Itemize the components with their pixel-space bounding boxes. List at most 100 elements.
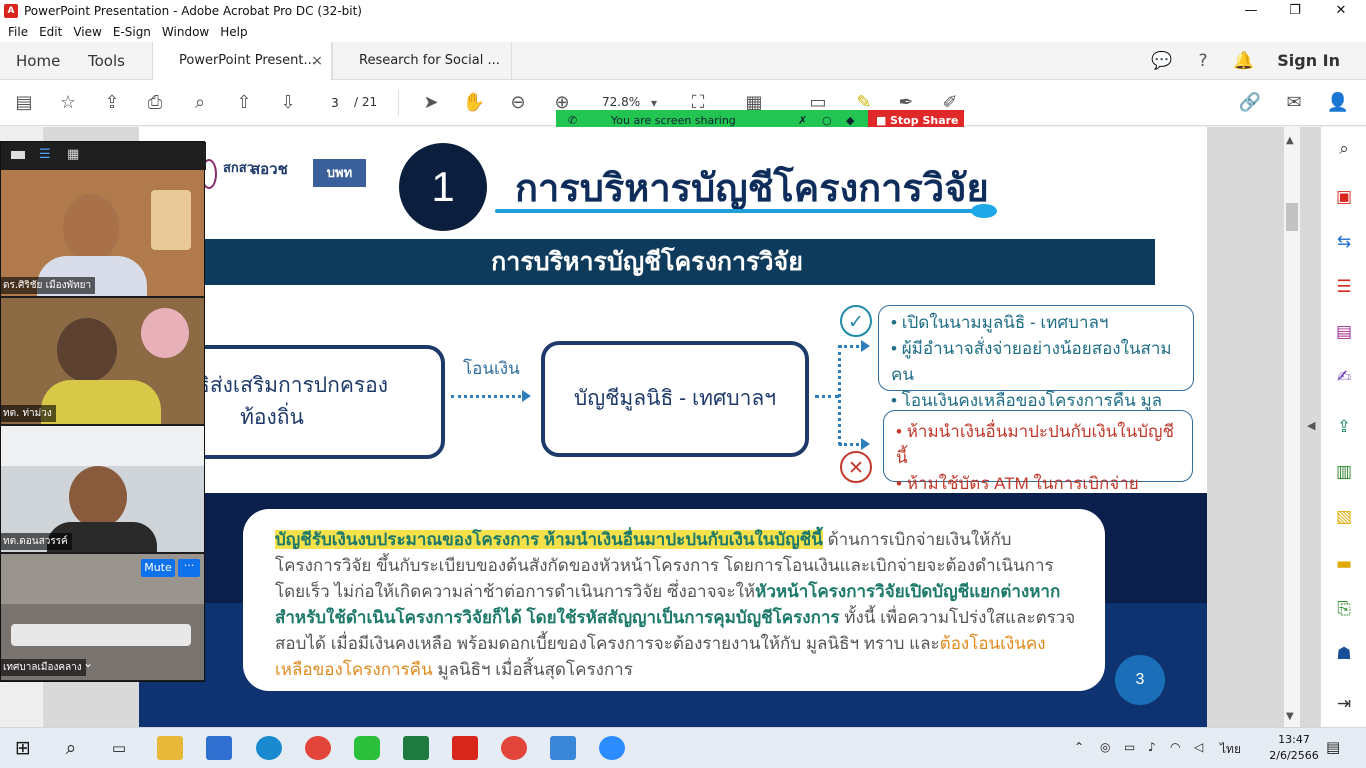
tray-mic-icon[interactable]: ♪ — [1148, 740, 1156, 754]
minimize-video-icon[interactable] — [11, 151, 25, 159]
logo-pmua: บพท — [313, 159, 366, 187]
taskbar: ⊞ ⌕ ▭ ⌃ ◎ ▭ ♪ ◠ ◁ ไทย 13:47 2/6/2566 ▤ — [0, 727, 1366, 768]
expand-chevron-icon[interactable]: ⌄ — [83, 656, 93, 670]
mail-icon[interactable] — [206, 736, 232, 760]
tab-document-label: Research for Social ... — [359, 53, 500, 68]
branch-line — [815, 395, 839, 398]
export-pdf-icon[interactable]: ⇆ — [1332, 230, 1356, 254]
tab-document-powerpoint[interactable]: PowerPoint Present... × — [152, 42, 332, 80]
edge-icon[interactable] — [256, 736, 282, 760]
save-icon[interactable]: ▤ — [12, 91, 36, 115]
tab-bar: Home Tools PowerPoint Present... × Resea… — [0, 42, 1366, 80]
zoom-level[interactable]: 72.8% — [602, 95, 640, 109]
windows-start-icon[interactable]: ⊞ — [10, 736, 36, 760]
hand-tool-icon[interactable]: ✋ — [462, 91, 486, 115]
forbidden-rule-item: ห้ามนำเงินอื่นมาปะปนกับเงินในบัญชีนี้ — [896, 419, 1180, 471]
forbidden-rules-box: ห้ามนำเงินอื่นมาปะปนกับเงินในบัญชีนี้ ห้… — [883, 410, 1193, 493]
comment-panel-icon[interactable]: ▬ — [1332, 552, 1356, 576]
page-number-input[interactable] — [318, 93, 352, 113]
protect-icon[interactable]: ☗ — [1332, 642, 1356, 666]
tab-tools[interactable]: Tools — [88, 42, 125, 80]
speaker-view-icon[interactable]: ☰ — [39, 148, 53, 162]
clock-date: 2/6/2566 — [1269, 749, 1319, 762]
video-tile[interactable]: ดร.ศิริชัย เมืองพัทยา — [1, 170, 204, 296]
video-tile[interactable]: ทต.ดอนสวรรค์ — [1, 426, 204, 552]
video-tile[interactable]: ทต. ท่าม่วง — [1, 298, 204, 424]
link-icon[interactable]: 🔗 — [1238, 91, 1262, 115]
star-icon[interactable]: ☆ — [56, 91, 80, 115]
scroll-thumb[interactable] — [1286, 203, 1298, 231]
acrobat-app-icon: A — [4, 4, 18, 18]
menu-view[interactable]: View — [69, 25, 108, 39]
menu-esign[interactable]: E-Sign — [109, 25, 158, 39]
photos-icon[interactable] — [550, 736, 576, 760]
page-down-icon[interactable]: ⇩ — [276, 91, 300, 115]
allowed-rule-item: เปิดในนามมูลนิธิ - เทศบาลฯ — [891, 310, 1181, 336]
zoom-search-icon[interactable]: ⌕ — [188, 91, 212, 115]
tray-wifi-icon[interactable]: ◠ — [1170, 740, 1180, 754]
tab-document-label: PowerPoint Present... — [179, 53, 316, 68]
comment-icon[interactable]: 💬 — [1151, 50, 1173, 72]
menu-edit[interactable]: Edit — [35, 25, 69, 39]
acrobat-icon[interactable] — [452, 736, 478, 760]
minimize-button[interactable]: — — [1228, 0, 1274, 22]
line-icon[interactable] — [354, 736, 380, 760]
section-number-badge: 1 — [399, 143, 487, 231]
meeting-table — [11, 624, 191, 646]
excel-icon[interactable] — [403, 736, 429, 760]
more-tools-icon[interactable]: ⇥ — [1332, 692, 1356, 716]
send-review-icon[interactable]: ⇪ — [1332, 415, 1356, 439]
check-icon: ✓ — [840, 305, 872, 337]
gallery-view-icon[interactable]: ▦ — [67, 148, 81, 162]
search-icon[interactable]: ⌕ — [58, 736, 84, 760]
scroll-up-icon[interactable]: ▲ — [1286, 135, 1294, 146]
sign-in-button[interactable]: Sign In — [1277, 42, 1340, 80]
close-window-button[interactable]: ✕ — [1318, 0, 1364, 22]
tab-document-research[interactable]: Research for Social ... — [332, 42, 512, 80]
edit-pdf-tool-icon[interactable]: ▤ — [1332, 320, 1356, 344]
scroll-down-icon[interactable]: ▼ — [1286, 711, 1294, 722]
more-options-button[interactable]: ··· — [178, 559, 200, 577]
tray-chevron-icon[interactable]: ⌃ — [1074, 740, 1084, 754]
clock-time: 13:47 — [1278, 733, 1310, 746]
email-icon[interactable]: ✉ — [1282, 91, 1306, 115]
note-box: บัญชีรับเงินงบประมาณของโครงการ ห้ามนำเงิ… — [243, 509, 1105, 691]
task-view-icon[interactable]: ▭ — [106, 736, 132, 760]
tray-network-icon[interactable]: ▭ — [1124, 740, 1135, 754]
file-explorer-icon[interactable] — [157, 736, 183, 760]
bell-icon[interactable]: 🔔 — [1233, 50, 1255, 72]
chrome-icon[interactable] — [305, 736, 331, 760]
create-pdf-icon[interactable]: ▣ — [1332, 185, 1356, 209]
select-cursor-icon[interactable]: ➤ — [419, 91, 443, 115]
fill-sign-icon[interactable]: ✍ — [1332, 365, 1356, 389]
print-icon[interactable]: ⎙ — [143, 91, 167, 115]
zoom-icon[interactable] — [599, 736, 625, 760]
help-icon[interactable]: ? — [1192, 50, 1214, 72]
search-icon[interactable]: ⌕ — [1332, 137, 1356, 161]
mute-button[interactable]: Mute — [141, 559, 175, 577]
upload-icon[interactable]: ⇪ — [100, 91, 124, 115]
organize-pages-icon[interactable]: ☰ — [1332, 275, 1356, 299]
export-file-icon[interactable]: ▧ — [1332, 505, 1356, 529]
tray-camera-icon[interactable]: ◎ — [1100, 740, 1110, 754]
language-indicator[interactable]: ไทย — [1220, 740, 1241, 759]
collapse-panel-icon[interactable]: ◀ — [1307, 419, 1315, 432]
clock[interactable]: 13:47 2/6/2566 — [1266, 732, 1322, 764]
tab-home[interactable]: Home — [16, 42, 60, 80]
page-up-icon[interactable]: ⇧ — [232, 91, 256, 115]
tray-volume-icon[interactable]: ◁ — [1194, 740, 1203, 754]
menu-file[interactable]: File — [4, 25, 35, 39]
vertical-scrollbar[interactable]: ▲ ▼ — [1284, 127, 1300, 727]
add-user-icon[interactable]: 👤 — [1326, 91, 1350, 115]
scan-icon[interactable]: ⎘ — [1332, 597, 1356, 621]
compare-icon[interactable]: ▥ — [1332, 460, 1356, 484]
zoom-out-icon[interactable]: ⊖ — [506, 91, 530, 115]
allowed-rules-box: เปิดในนามมูลนิธิ - เทศบาลฯ ผู้มีอำนาจสั่… — [878, 305, 1194, 436]
notification-icon[interactable]: ▤ — [1326, 738, 1340, 756]
chrome-icon[interactable] — [501, 736, 527, 760]
close-tab-icon[interactable]: × — [311, 42, 323, 80]
menu-window[interactable]: Window — [158, 25, 216, 39]
window-titlebar: A PowerPoint Presentation - Adobe Acroba… — [0, 0, 1366, 22]
maximize-button[interactable]: ❐ — [1272, 0, 1318, 22]
menu-help[interactable]: Help — [216, 25, 254, 39]
